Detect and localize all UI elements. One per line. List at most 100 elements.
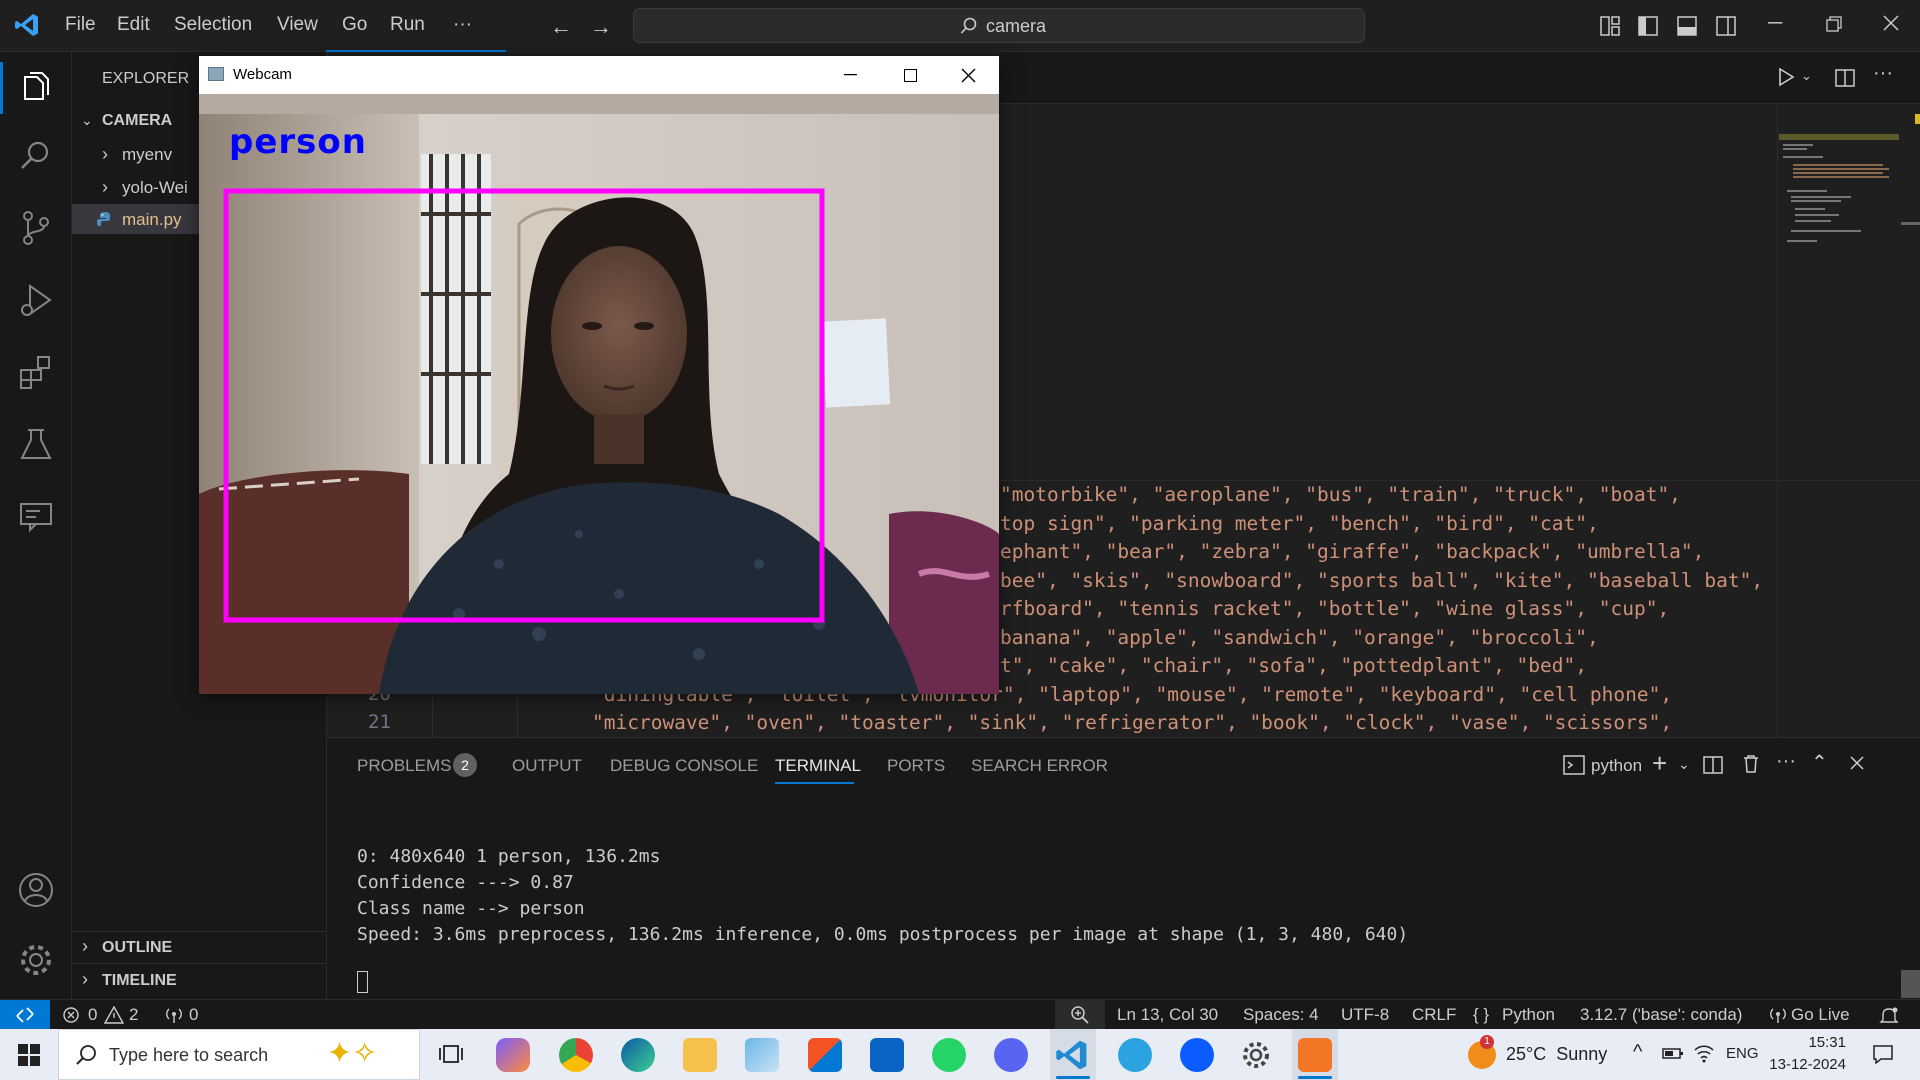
remote-explorer-icon[interactable] [16,496,56,536]
windows-start-icon[interactable] [18,1044,40,1066]
edge-icon[interactable] [621,1038,655,1072]
menu-more[interactable]: ··· [453,14,472,36]
terminal-shell-name[interactable]: python [1591,756,1642,776]
outlook-icon[interactable] [870,1038,904,1072]
tab-output[interactable]: OUTPUT [512,756,582,776]
webcam-window[interactable]: Webcam ─ person [199,56,999,694]
line-ending[interactable]: CRLF [1412,1005,1456,1025]
folder-camera[interactable]: CAMERA [102,112,172,130]
run-icon[interactable] [1776,67,1796,87]
whatsapp-icon[interactable] [932,1038,966,1072]
clock-date[interactable]: 13-12-2024 [1758,1056,1846,1073]
close-panel-icon[interactable] [1849,755,1865,771]
toggle-secondary-sidebar-icon[interactable] [1715,15,1737,37]
menu-selection[interactable]: Selection [174,14,252,36]
ms-store-icon[interactable] [808,1038,842,1072]
notifications-bell-icon[interactable] [1879,1006,1899,1026]
accounts-icon[interactable] [16,870,56,910]
webcam-titlebar[interactable]: Webcam ─ [199,56,999,94]
more-actions-icon[interactable]: ··· [1776,750,1796,773]
settings-gear-icon[interactable] [1240,1039,1272,1071]
maximize-panel-icon[interactable]: ⌃ [1811,750,1828,775]
restore-icon[interactable] [1826,16,1842,32]
chevron-right-icon[interactable]: › [102,177,108,198]
encoding[interactable]: UTF-8 [1341,1005,1389,1025]
python-interpreter[interactable]: 3.12.7 ('base': conda) [1580,1005,1742,1025]
chevron-right-icon[interactable]: › [82,969,88,990]
file-explorer-icon[interactable] [683,1038,717,1072]
jupyter-icon[interactable] [1298,1038,1332,1072]
telegram-icon[interactable] [1118,1038,1152,1072]
toggle-panel-icon[interactable] [1676,15,1698,37]
chevron-right-icon[interactable]: › [102,144,108,165]
window-maximize-icon[interactable] [904,69,917,82]
cursor-position[interactable]: Ln 13, Col 30 [1117,1005,1218,1025]
customize-layout-icon[interactable] [1599,15,1621,37]
menu-edit[interactable]: Edit [117,14,150,36]
warning-count[interactable]: 2 [129,1005,138,1025]
command-center-search[interactable]: camera [633,8,1365,43]
zoom-icon[interactable] [1180,1038,1214,1072]
trash-icon[interactable] [1742,754,1760,774]
tab-search-error[interactable]: SEARCH ERROR [971,756,1108,776]
minimize-icon[interactable]: ─ [1768,12,1782,35]
more-actions-icon[interactable]: ··· [1873,62,1893,85]
wifi-icon[interactable] [1693,1043,1715,1063]
error-count[interactable]: 0 [88,1005,97,1025]
search-icon[interactable] [16,136,56,176]
chevron-up-icon[interactable]: ^ [1633,1041,1642,1064]
notification-center-icon[interactable] [1872,1043,1894,1065]
run-debug-icon[interactable] [16,280,56,320]
tab-ports[interactable]: PORTS [887,756,945,776]
terminal-cursor[interactable] [357,971,368,993]
indentation[interactable]: Spaces: 4 [1243,1005,1319,1025]
menu-view[interactable]: View [277,14,318,36]
clock-time[interactable]: 15:31 [1786,1034,1846,1051]
tree-item-myenv[interactable]: myenv [122,145,172,165]
outline-section[interactable]: OUTLINE [102,939,172,957]
chevron-down-icon[interactable]: ⌄ [1801,68,1812,84]
terminal-scrollbar[interactable] [1901,970,1920,998]
taskbar-search-box[interactable]: Type here to search ✦✧ [58,1029,420,1080]
zoom-indicator[interactable] [1055,1000,1105,1030]
battery-icon[interactable] [1662,1044,1684,1062]
settings-gear-icon[interactable] [16,940,56,980]
menu-go[interactable]: Go [342,14,367,36]
scrollbar-thumb[interactable] [1901,222,1920,225]
chrome-icon[interactable] [559,1038,593,1072]
vscode-taskbar-icon[interactable] [1055,1038,1089,1072]
task-view-icon[interactable] [438,1041,464,1067]
menu-run[interactable]: Run [390,14,425,36]
copilot-app-icon[interactable] [496,1038,530,1072]
tree-item-yolo-weights[interactable]: yolo-Wei [122,178,188,198]
tree-item-main-py[interactable]: main.py [122,210,182,230]
toggle-sidebar-icon[interactable] [1637,15,1659,37]
extensions-icon[interactable] [16,352,56,392]
app-icon[interactable] [745,1038,779,1072]
chevron-right-icon[interactable]: › [82,936,88,957]
language-indicator[interactable]: ENG [1726,1045,1759,1062]
tab-problems[interactable]: PROBLEMS [357,756,451,776]
source-control-icon[interactable] [16,208,56,248]
window-minimize-icon[interactable]: ─ [844,64,857,85]
split-terminal-icon[interactable] [1703,755,1723,775]
minimap[interactable] [1779,134,1899,254]
language-mode[interactable]: Python [1502,1005,1555,1025]
menu-file[interactable]: File [65,14,96,36]
back-arrow-icon[interactable]: ← [550,14,572,40]
split-editor-icon[interactable] [1835,68,1855,88]
close-icon[interactable] [1882,14,1900,32]
remote-indicator[interactable] [0,1000,50,1030]
chevron-down-icon[interactable]: ⌄ [81,112,93,129]
discord-icon[interactable] [994,1038,1028,1072]
window-close-icon[interactable] [961,68,976,83]
ports-count[interactable]: 0 [189,1005,198,1025]
new-terminal-icon[interactable]: + [1652,748,1667,779]
go-live-button[interactable]: Go Live [1791,1005,1850,1025]
chevron-down-icon[interactable]: ⌄ [1678,756,1690,773]
tab-debug-console[interactable]: DEBUG CONSOLE [610,756,758,776]
tab-terminal[interactable]: TERMINAL [775,756,861,776]
weather-text[interactable]: 25°C Sunny [1506,1044,1607,1065]
forward-arrow-icon[interactable]: → [590,14,612,40]
timeline-section[interactable]: TIMELINE [102,972,177,990]
